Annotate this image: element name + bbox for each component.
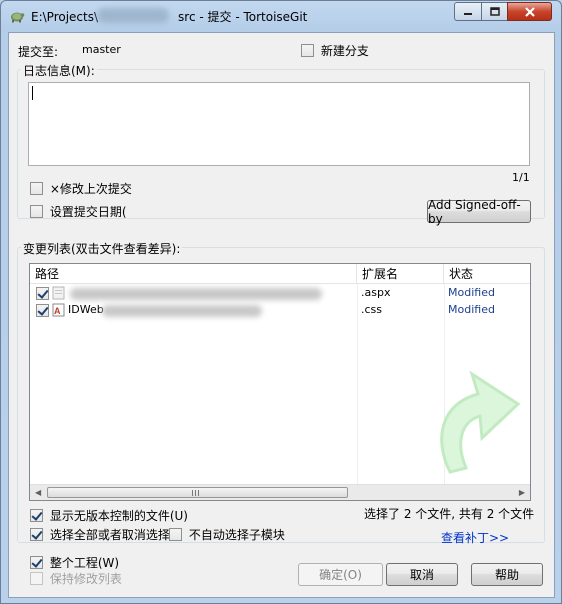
maximize-icon <box>489 6 500 16</box>
keep-list-checkbox-box[interactable] <box>30 572 43 585</box>
no-auto-submodule-label: 不自动选择子模块 <box>188 528 285 542</box>
window-title-path: E:\Projects\ <box>31 10 99 24</box>
add-signed-off-by-button[interactable]: Add Signed-off-by <box>427 198 531 226</box>
close-button[interactable] <box>507 2 552 21</box>
grip-icon <box>192 490 199 496</box>
minimize-button[interactable] <box>454 2 481 21</box>
show-unversioned-label: 显示无版本控制的文件(U) <box>49 509 188 523</box>
window-title: E:\Projects\ src - 提交 - TortoiseGit <box>31 8 307 25</box>
file-path: IDWeb <box>68 303 104 316</box>
new-branch-label: 新建分支 <box>320 44 369 58</box>
tortoisegit-arrow-watermark-icon <box>440 370 521 474</box>
table-row[interactable]: .aspx Modified <box>30 285 530 302</box>
redacted-file-path <box>102 305 262 317</box>
text-caret <box>32 86 33 100</box>
keep-list-label: 保持修改列表 <box>49 572 122 586</box>
set-date-checkbox[interactable]: 设置提交日期( <box>30 203 127 220</box>
file-status: Modified <box>448 303 495 316</box>
commit-message-input[interactable] <box>28 82 530 166</box>
commit-to-label: 提交至: <box>18 45 59 59</box>
select-all-label: 选择全部或者取消选择 <box>49 528 170 542</box>
svg-text:A: A <box>54 306 61 316</box>
commit-dialog-window: E:\Projects\ src - 提交 - TortoiseGit 提交至: … <box>0 0 562 604</box>
dialog-client-area: 提交至: master 新建分支 日志信息(M): 1/1 ×修改上次提交 设置… <box>8 32 555 598</box>
view-patch-link[interactable]: 查看补丁>> <box>441 529 509 546</box>
file-status: Modified <box>448 286 495 299</box>
new-branch-checkbox[interactable]: 新建分支 <box>301 42 369 59</box>
column-header-path[interactable]: 路径 <box>30 264 357 284</box>
close-icon <box>524 6 535 17</box>
set-date-checkbox-box[interactable] <box>30 205 43 218</box>
maximize-button[interactable] <box>481 2 507 21</box>
redacted-title-segment <box>97 8 169 23</box>
selection-summary: 选择了 2 个文件, 共有 2 个文件 <box>364 507 535 521</box>
column-header-extension[interactable]: 扩展名 <box>357 264 444 284</box>
message-label: 日志信息(M): <box>21 62 97 79</box>
scroll-left-icon[interactable]: ◀ <box>35 488 41 497</box>
aspx-file-icon <box>52 286 65 300</box>
redacted-file-path <box>70 288 322 300</box>
list-header: 路径 扩展名 状态 <box>30 264 530 284</box>
set-date-label: 设置提交日期( <box>49 205 127 219</box>
whole-project-checkbox-box[interactable] <box>30 556 43 569</box>
show-unversioned-checkbox[interactable]: 显示无版本控制的文件(U) <box>30 507 188 524</box>
table-row[interactable]: A IDWeb .css Modified <box>30 302 530 319</box>
amend-label: ×修改上次提交 <box>49 182 132 196</box>
scrollbar-thumb[interactable] <box>47 487 348 498</box>
cancel-button[interactable]: 取消 <box>386 563 458 586</box>
keep-list-checkbox[interactable]: 保持修改列表 <box>30 570 122 587</box>
ok-button[interactable]: 确定(O) <box>298 563 383 586</box>
row-checkbox[interactable] <box>36 287 49 300</box>
show-unversioned-checkbox-box[interactable] <box>30 509 43 522</box>
whole-project-label: 整个工程(W) <box>49 556 120 570</box>
column-header-status[interactable]: 状态 <box>444 264 530 284</box>
row-checkbox[interactable] <box>36 304 49 317</box>
amend-checkbox-box[interactable] <box>30 182 43 195</box>
horizontal-scrollbar[interactable]: ◀ ▶ <box>30 484 530 500</box>
message-line-counter: 1/1 <box>512 171 530 184</box>
css-file-icon: A <box>52 303 65 317</box>
amend-checkbox[interactable]: ×修改上次提交 <box>30 180 132 197</box>
tortoisegit-icon <box>11 12 25 23</box>
branch-name: master <box>82 43 121 56</box>
file-extension: .css <box>361 303 383 316</box>
changes-group-label: 变更列表(双击文件查看差异): <box>21 240 183 257</box>
minimize-icon <box>464 12 472 15</box>
help-button[interactable]: 帮助 <box>471 563 543 586</box>
window-title-app: src - 提交 - TortoiseGit <box>178 10 308 24</box>
scroll-right-icon[interactable]: ▶ <box>519 488 525 497</box>
select-all-checkbox-box[interactable] <box>30 528 43 541</box>
select-all-checkbox[interactable]: 选择全部或者取消选择 <box>30 526 170 543</box>
title-bar[interactable]: E:\Projects\ src - 提交 - TortoiseGit <box>1 1 561 31</box>
no-auto-submodule-checkbox-box[interactable] <box>169 528 182 541</box>
new-branch-checkbox-box[interactable] <box>301 44 314 57</box>
changed-files-list[interactable]: 路径 扩展名 状态 .aspx Modified A IDWeb .css Mo… <box>29 263 531 501</box>
file-extension: .aspx <box>361 286 391 299</box>
no-auto-submodule-checkbox[interactable]: 不自动选择子模块 <box>169 526 285 543</box>
whole-project-checkbox[interactable]: 整个工程(W) <box>30 554 119 571</box>
